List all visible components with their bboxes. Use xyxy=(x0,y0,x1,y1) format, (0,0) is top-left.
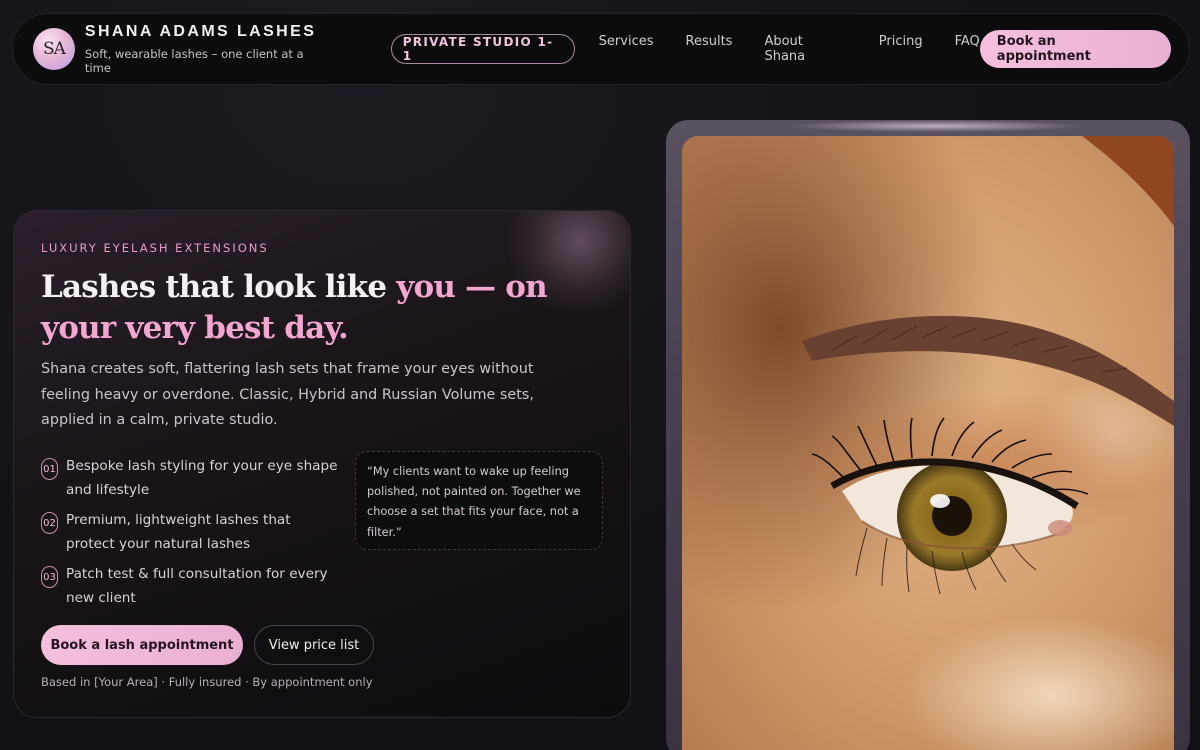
nav-link-faq[interactable]: FAQ xyxy=(955,34,980,64)
brand-logo[interactable]: SA xyxy=(33,28,75,70)
hero-eyebrow: LUXURY EYELASH EXTENSIONS xyxy=(41,241,269,255)
feature-item: 03 Patch test & full consultation for ev… xyxy=(41,562,341,610)
feature-list: 01 Bespoke lash styling for your eye sha… xyxy=(41,454,341,616)
nav-link-pricing[interactable]: Pricing xyxy=(879,34,923,64)
nav-link-results[interactable]: Results xyxy=(686,34,733,64)
hero-description: Shana creates soft, flattering lash sets… xyxy=(41,361,534,428)
book-lash-appointment-button[interactable]: Book a lash appointment xyxy=(41,625,243,665)
feature-text: Patch test & full consultation for every… xyxy=(66,566,328,606)
logo-initials: SA xyxy=(42,39,66,59)
hero-photo-frame xyxy=(666,120,1190,750)
top-navigation: SA SHANA ADAMS LASHES Soft, wearable las… xyxy=(12,13,1190,85)
feature-item: 02 Premium, lightweight lashes that prot… xyxy=(41,508,341,556)
hero-card: LUXURY EYELASH EXTENSIONS Lashes that lo… xyxy=(13,210,631,718)
brand-name[interactable]: SHANA ADAMS LASHES xyxy=(85,23,333,41)
headline-plain: Lashes that look like xyxy=(41,269,397,305)
hero-headline: Lashes that look like you — on your very… xyxy=(41,267,603,349)
nav-link-services[interactable]: Services xyxy=(599,34,654,64)
brand-tagline: Soft, wearable lashes – one client at a … xyxy=(84,47,304,75)
client-quote: “My clients want to wake up feeling poli… xyxy=(355,451,603,550)
nav-links: Services Results About Shana Pricing FAQ xyxy=(599,34,980,64)
eye-closeup-photo xyxy=(682,136,1174,750)
frame-highlight xyxy=(786,120,1086,132)
private-studio-badge: PRIVATE STUDIO 1-1 xyxy=(390,34,575,64)
hero-actions: Book a lash appointment View price list xyxy=(41,625,374,665)
book-appointment-button[interactable]: Book an appointment xyxy=(979,30,1171,68)
feature-text: Premium, lightweight lashes that protect… xyxy=(66,512,291,552)
view-price-list-button[interactable]: View price list xyxy=(254,625,374,665)
nav-link-about[interactable]: About Shana xyxy=(764,34,846,64)
brand-block: SHANA ADAMS LASHES Soft, wearable lashes… xyxy=(85,23,333,75)
feature-item: 01 Bespoke lash styling for your eye sha… xyxy=(41,454,341,502)
feature-number-badge: 02 xyxy=(41,512,58,534)
feature-number-badge: 01 xyxy=(41,458,58,480)
hero-footnote: Based in [Your Area] · Fully insured · B… xyxy=(41,675,373,689)
feature-number-badge: 03 xyxy=(41,566,58,588)
feature-text: Bespoke lash styling for your eye shape … xyxy=(66,458,338,498)
